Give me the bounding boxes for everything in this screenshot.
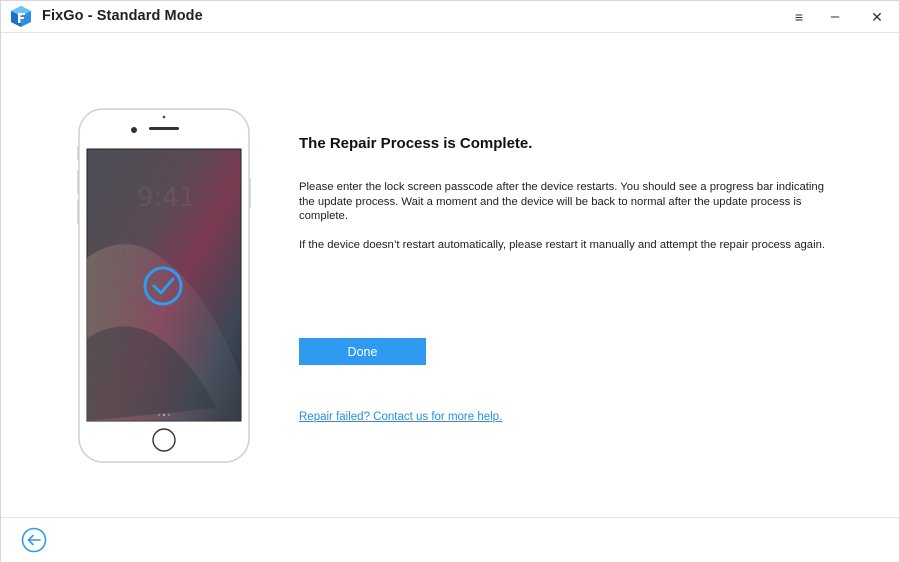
- back-arrow-icon[interactable]: [21, 527, 47, 553]
- checkmark-circle-icon: [143, 266, 183, 306]
- title-bar: FixGo - Standard Mode ≡ – ✕: [1, 1, 899, 33]
- app-window: FixGo - Standard Mode ≡ – ✕ 9:41 The Rep…: [0, 0, 900, 562]
- footer-bar: [1, 517, 899, 562]
- done-button[interactable]: Done: [299, 338, 426, 365]
- fixgo-logo-icon: [11, 6, 31, 27]
- minimize-icon[interactable]: –: [823, 7, 847, 27]
- contact-help-link[interactable]: Repair failed? Contact us for more help.: [299, 411, 502, 423]
- svg-text:9:41: 9:41: [137, 183, 195, 213]
- instructions-text: Please enter the lock screen passcode af…: [299, 181, 824, 223]
- page-title: The Repair Process is Complete.: [299, 135, 533, 152]
- restart-note-text: If the device doesn’t restart automatica…: [299, 239, 825, 251]
- close-icon[interactable]: ✕: [865, 7, 889, 27]
- menu-icon[interactable]: ≡: [787, 7, 811, 27]
- app-title: FixGo - Standard Mode: [42, 8, 203, 24]
